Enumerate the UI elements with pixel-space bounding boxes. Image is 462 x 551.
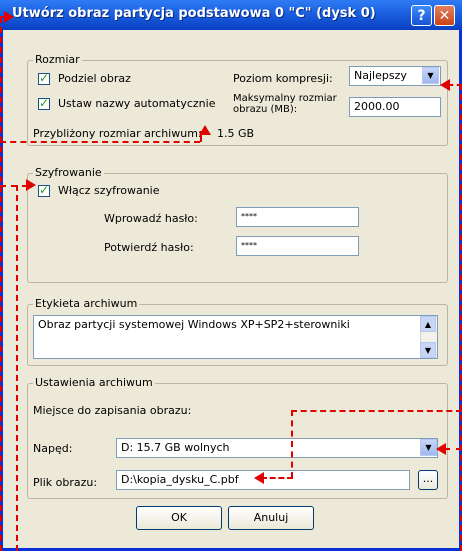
drive-value: D: 15.7 GB wolnych [121, 441, 230, 454]
drive-label: Napęd: [33, 442, 73, 455]
size-group-legend: Rozmiar [33, 53, 82, 66]
annotation-line [0, 17, 2, 551]
ok-button[interactable]: OK [136, 506, 222, 530]
image-file-label: Plik obrazu: [33, 476, 98, 489]
split-image-checkbox[interactable] [38, 71, 50, 85]
compression-label: Poziom kompresji: [233, 72, 333, 85]
approx-size-value: 1.5 GB [217, 127, 255, 140]
archive-label-text: Obraz partycji systemowej Windows XP+SP2… [38, 318, 350, 331]
approx-size-label: Przybliżony rozmiar archiwum: [33, 127, 202, 140]
title-bar[interactable]: Utwórz obraz partycja podstawowa 0 "C" (… [0, 0, 462, 30]
cancel-button[interactable]: Anuluj [228, 506, 314, 530]
encryption-group-legend: Szyfrowanie [33, 166, 104, 179]
annotation-arrow [26, 179, 36, 191]
confirm-password-input[interactable]: **** [236, 236, 359, 256]
browse-button[interactable]: ... [418, 470, 438, 490]
compression-value: Najlepszy [354, 69, 407, 82]
close-button[interactable]: ✕ [434, 5, 455, 26]
enable-encryption-checkbox[interactable] [38, 183, 50, 197]
annotation-line [16, 185, 18, 551]
password-input[interactable]: **** [236, 207, 359, 227]
label-group-legend: Etykieta archiwum [33, 297, 140, 310]
archive-settings-legend: Ustawienia archiwum [33, 376, 155, 389]
annotation-line [291, 410, 293, 478]
chevron-down-icon[interactable]: ▼ [422, 67, 439, 84]
split-image-label: Podziel obraz [58, 72, 131, 85]
max-size-input[interactable]: 2000.00 [349, 97, 441, 117]
annotation-line [0, 185, 28, 187]
enable-encryption-label: Włącz szyfrowanie [58, 184, 160, 197]
password-label: Wprowadź hasło: [104, 212, 198, 225]
help-button[interactable]: ? [411, 5, 432, 26]
annotation-arrow [4, 11, 14, 23]
scroll-down-icon[interactable]: ▼ [420, 342, 436, 358]
chevron-down-icon[interactable]: ▼ [420, 439, 437, 456]
annotation-arrow [254, 472, 264, 484]
annotation-line [444, 448, 462, 450]
auto-names-checkbox[interactable] [38, 96, 50, 110]
archive-label-textarea[interactable]: Obraz partycji systemowej Windows XP+SP2… [33, 315, 438, 359]
drive-select[interactable]: D: 15.7 GB wolnych [116, 438, 438, 458]
confirm-password-label: Potwierdź hasło: [104, 241, 194, 254]
scroll-up-icon[interactable]: ▲ [420, 316, 436, 332]
max-size-label: Maksymalny rozmiar obrazu (MB): [233, 93, 337, 115]
auto-names-label: Ustaw nazwy automatycznie [58, 97, 216, 110]
annotation-line [0, 141, 200, 143]
annotation-line [261, 477, 293, 479]
save-location-label: Miejsce do zapisania obrazu: [33, 404, 192, 417]
annotation-line [291, 410, 462, 412]
annotation-arrow [199, 125, 211, 135]
window-title: Utwórz obraz partycja podstawowa 0 "C" (… [12, 6, 376, 21]
